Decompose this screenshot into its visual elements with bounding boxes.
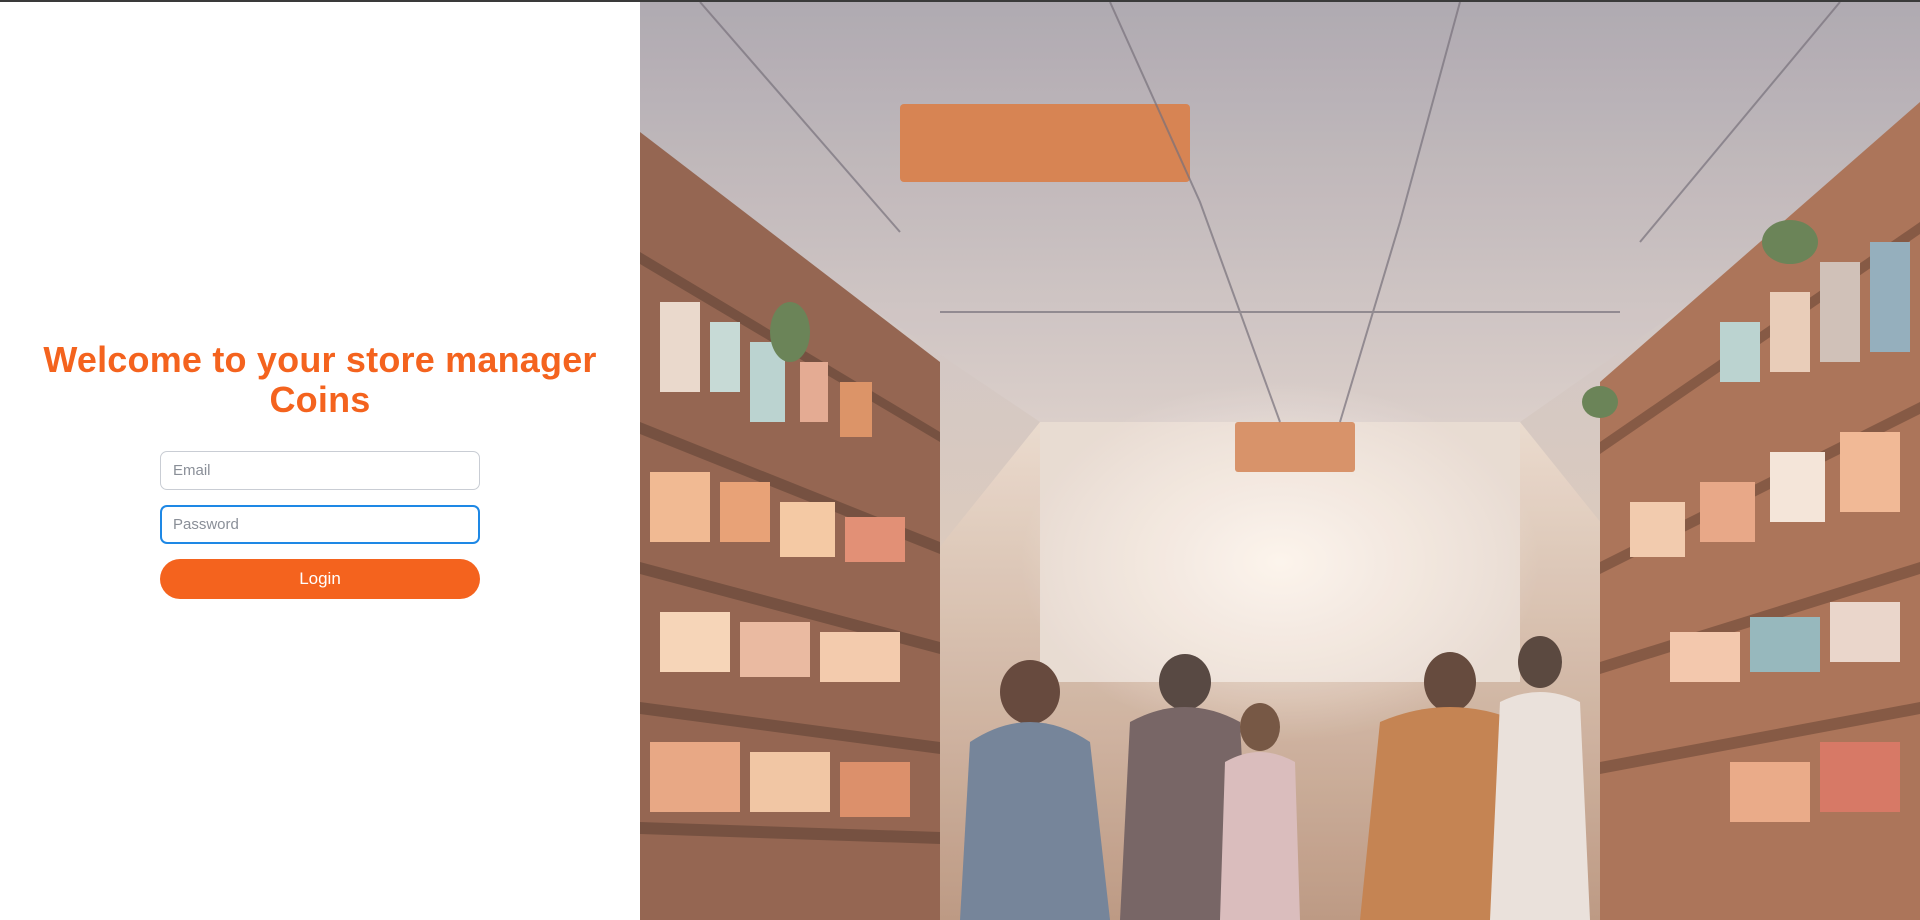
- password-field[interactable]: [160, 505, 480, 544]
- welcome-title-line-1: Welcome to your store manager: [43, 339, 597, 380]
- hero-image: [640, 2, 1920, 920]
- email-field[interactable]: [160, 451, 480, 490]
- welcome-title-line-2: Coins: [269, 379, 371, 420]
- login-button[interactable]: Login: [160, 559, 480, 599]
- login-page: Welcome to your store manager Coins Logi…: [0, 2, 1920, 920]
- login-panel: Welcome to your store manager Coins Logi…: [0, 2, 640, 920]
- login-form: Login: [160, 451, 480, 599]
- welcome-title: Welcome to your store manager Coins: [0, 340, 640, 420]
- store-interior-illustration: [640, 2, 1920, 920]
